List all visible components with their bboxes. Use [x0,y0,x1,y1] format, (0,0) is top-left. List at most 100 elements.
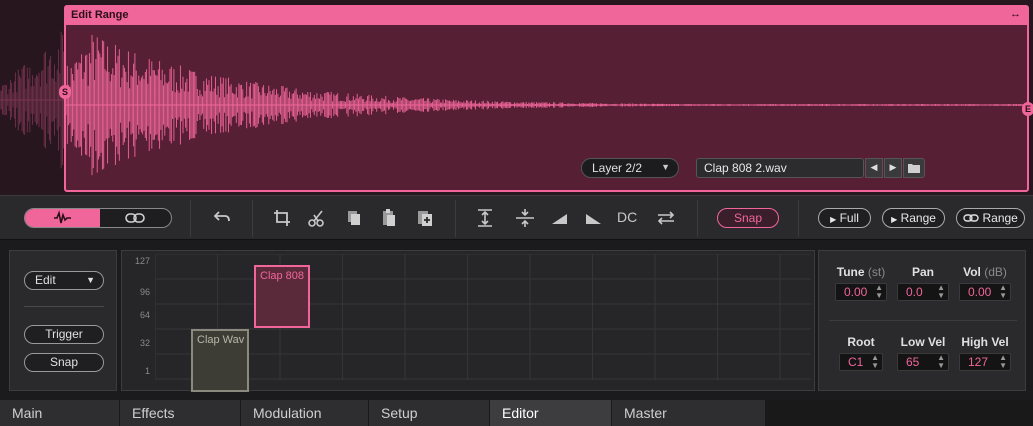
snap-button[interactable]: Snap [24,353,104,372]
loop-range-button[interactable]: Range [956,208,1025,228]
toolbar-divider [455,200,456,237]
root-param: Root C1 ▲ ▼ [829,335,893,371]
paste-insert-icon [418,211,432,226]
silence-button[interactable] [514,208,536,228]
panel-divider [24,306,104,307]
edit-range-label: Edit Range [71,9,129,21]
fade-in-button[interactable] [549,208,571,228]
low-vel-param: Low Vel 65 ▲ ▼ [891,335,955,371]
snap-toggle[interactable]: Snap [717,208,779,228]
edit-range-bar[interactable]: Edit Range ↔ [66,7,1027,25]
play-range-button[interactable]: ▶ Range [882,208,945,228]
vol-label: Vol (dB) [963,265,1007,279]
toolbar-divider [190,200,191,237]
normalize-button[interactable] [474,208,496,228]
waveform-view-button[interactable] [25,209,100,227]
paste-icon [383,209,395,226]
layer-select[interactable]: Layer 2/2 ▼ [581,158,679,178]
waveform-outside-range [0,31,64,169]
velocity-tick: 127 [134,256,150,266]
sample-file-field[interactable]: Clap 808 2.wav [696,158,864,178]
start-marker[interactable]: S [59,85,71,99]
vol-field[interactable]: 0.00 ▲ ▼ [959,283,1011,301]
crop-button[interactable] [271,208,293,228]
browse-folder-button[interactable] [903,158,925,178]
play-icon: ▶ [891,215,898,224]
copy-button[interactable] [343,208,365,228]
fade-in-icon [552,214,567,224]
spinner-icon[interactable]: ▲ ▼ [937,354,945,370]
tune-field[interactable]: 0.00 ▲ ▼ [835,283,887,301]
velocity-tick: 32 [139,338,150,348]
view-mode-toggle[interactable] [24,208,172,228]
velocity-tick: 1 [144,366,150,376]
chevron-down-icon: ▼ [86,275,95,285]
tab-main[interactable]: Main [0,400,120,426]
toolbar-divider [798,200,799,237]
tab-master[interactable]: Master [612,400,766,426]
loop-view-button[interactable] [100,209,171,227]
waveform-area: Edit Range ↔ S E Layer 2/2 ▼ Clap 808 2.… [0,0,1033,195]
low-vel-field[interactable]: 65 ▲ ▼ [897,353,949,371]
spinner-icon[interactable]: ▲ ▼ [875,284,883,300]
high-vel-field[interactable]: 127 ▲ ▼ [959,353,1011,371]
sample-zone-clap-808[interactable]: Clap 808 [254,265,310,328]
tab-setup[interactable]: Setup [369,400,490,426]
vol-param: Vol (dB) 0.00 ▲ ▼ [953,265,1017,301]
pan-label: Pan [911,265,934,279]
velocity-tick: 96 [139,287,150,297]
trigger-button[interactable]: Trigger [24,325,104,344]
spinner-icon[interactable]: ▲ ▼ [999,354,1007,370]
reverse-icon [657,211,675,225]
mapping-editor: Edit ▼ Trigger Snap 127 96 64 32 1 Clap … [0,240,1033,400]
loop-icon [125,213,145,223]
tab-modulation[interactable]: Modulation [241,400,369,426]
undo-button[interactable] [211,208,233,228]
edit-mode-value: Edit [35,273,56,287]
low-vel-label: Low Vel [900,335,946,349]
tune-param: Tune (st) 0.00 ▲ ▼ [829,265,893,301]
root-label: Root [847,335,875,349]
tab-editor[interactable]: Editor [490,400,612,426]
fade-out-button[interactable] [582,208,604,228]
editor-toolbar: DC Snap ▶ Full ▶ Range Range [0,195,1033,240]
chevron-left-icon: ◀ [870,163,878,173]
range-resize-icon[interactable]: ↔ [1010,8,1021,20]
normalize-icon [478,209,492,227]
folder-icon [908,164,920,173]
layer-select-value: Layer 2/2 [592,161,643,175]
cut-button[interactable] [306,208,328,228]
reverse-button[interactable] [655,208,677,228]
loop-range-label: Range [982,211,1018,225]
high-vel-label: High Vel [961,335,1009,349]
end-marker[interactable]: E [1022,102,1033,116]
paste-button[interactable] [378,208,400,228]
panel-divider [829,320,1017,321]
spinner-icon[interactable]: ▲ ▼ [937,284,945,300]
dc-offset-button[interactable]: DC [617,209,637,225]
sample-zone-clap-wav[interactable]: Clap Wav [191,329,249,392]
root-field[interactable]: C1 ▲ ▼ [839,353,883,371]
fade-out-icon [586,214,601,224]
pan-field[interactable]: 0.0 ▲ ▼ [897,283,949,301]
zone-parameters-panel: Tune (st) 0.00 ▲ ▼ Pan 0.0 ▲ ▼ Vol (dB) 0.00… [818,250,1026,391]
velocity-axis: 127 96 64 32 1 [122,251,155,390]
high-vel-param: High Vel 127 ▲ ▼ [953,335,1017,371]
spinner-icon[interactable]: ▲ ▼ [999,284,1007,300]
velocity-tick: 64 [139,310,150,320]
spinner-icon[interactable]: ▲ ▼ [871,354,879,370]
scissors-icon [308,210,324,227]
insert-button[interactable] [414,208,436,228]
key-velocity-grid[interactable]: Clap 808 Clap Wav [154,253,906,392]
edit-mode-select[interactable]: Edit ▼ [24,271,104,290]
tab-effects[interactable]: Effects [120,400,241,426]
crop-icon [274,210,290,226]
next-sample-button[interactable]: ▶ [884,158,902,178]
waveform-icon [54,210,71,224]
play-full-label: Full [839,211,859,225]
play-full-button[interactable]: ▶ Full [818,208,871,228]
loop-icon [963,214,979,222]
previous-sample-button[interactable]: ◀ [865,158,883,178]
chevron-down-icon: ▼ [661,162,670,172]
mapping-controls-panel: Edit ▼ Trigger Snap [9,250,117,391]
